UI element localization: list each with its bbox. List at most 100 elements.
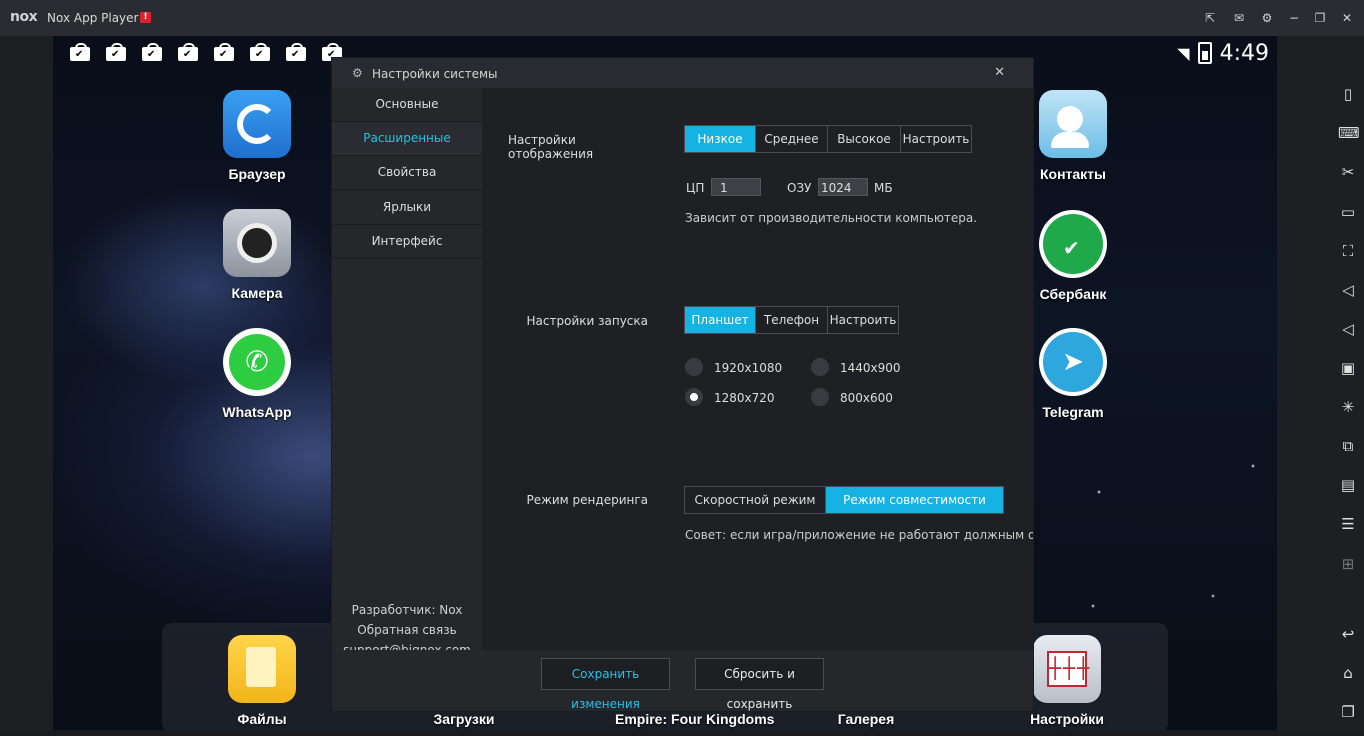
dock-files[interactable]: Файлы	[212, 635, 312, 727]
app-browser[interactable]: Браузер	[207, 90, 307, 182]
feedback-label: Обратная связь	[357, 623, 457, 637]
resolution-radio-1440[interactable]	[811, 358, 829, 376]
back-icon[interactable]: ↩	[1338, 624, 1358, 644]
resolution-radio-800[interactable]	[811, 388, 829, 406]
volume-up-icon[interactable]: ◁	[1338, 280, 1358, 300]
reset-and-save-button[interactable]: Сбросить и сохранить	[695, 658, 824, 711]
multi-instance-icon[interactable]: ⧉	[1338, 436, 1358, 456]
display-option-medium[interactable]: Среднее	[756, 126, 828, 152]
home-icon[interactable]: ⌂	[1338, 663, 1358, 683]
tab-shortcuts[interactable]: Ярлыки	[332, 191, 482, 225]
ram-field[interactable]: 1024	[818, 178, 868, 196]
telegram-icon: ➤	[1039, 328, 1107, 396]
fullscreen-icon[interactable]: ⛶	[1338, 241, 1358, 261]
app-telegram[interactable]: ➤ Telegram	[1023, 328, 1123, 420]
app-label: Камера	[231, 285, 283, 301]
pin-icon[interactable]: ⇱	[1203, 11, 1217, 25]
ram-unit: МБ	[874, 181, 893, 195]
render-option-compat[interactable]: Режим совместимости	[826, 487, 1003, 513]
display-option-low[interactable]: Низкое	[685, 126, 756, 152]
render-option-speed[interactable]: Скоростной режим	[685, 487, 826, 513]
render-mode-label: Режим рендеринга	[526, 493, 648, 507]
tab-interface[interactable]: Интерфейс	[332, 225, 482, 259]
camera-icon	[223, 209, 291, 277]
app-label: WhatsApp	[222, 404, 292, 420]
close-icon[interactable]: ✕	[994, 65, 1005, 80]
resolution-radio-1280[interactable]	[685, 388, 703, 406]
startup-option-custom[interactable]: Настроить	[828, 307, 898, 333]
files-icon	[228, 635, 296, 703]
cpu-field[interactable]: 1	[711, 178, 761, 196]
app-title: Nox App Player	[47, 11, 139, 25]
status-icons: ◥ 4:49	[1177, 40, 1269, 66]
app-camera[interactable]: Камера	[207, 209, 307, 301]
wifi-icon: ◥	[1177, 43, 1190, 63]
render-mode-selector: Скоростной режим Режим совместимости	[684, 486, 1004, 514]
settings-sidebar: Основные Расширенные Свойства Ярлыки Инт…	[332, 88, 483, 657]
clock: 4:49	[1219, 40, 1269, 66]
apk-icon[interactable]: ▣	[1338, 358, 1358, 378]
scissors-icon[interactable]: ✂	[1338, 162, 1358, 182]
sberbank-icon: ✔	[1039, 210, 1107, 278]
dialog-title: Настройки системы	[372, 67, 498, 81]
shopping-notification-icon: ✔	[142, 43, 162, 61]
shopping-notification-icon: ✔	[214, 43, 234, 61]
right-toolbar: ▯ ⌨ ✂ ▭ ⛶ ◁ ◁ ▣ ✳ ⧉ ▤ ☰ ⊞ ↩ ⌂ ❐	[1332, 82, 1364, 728]
contacts-icon	[1039, 90, 1107, 158]
display-quality-selector: Низкое Среднее Высокое Настроить	[684, 125, 972, 153]
app-label: Браузер	[228, 166, 286, 182]
shake-icon[interactable]: ▯	[1338, 84, 1358, 104]
screen-icon[interactable]: ▭	[1338, 202, 1358, 222]
startup-settings-label: Настройки запуска	[526, 314, 648, 328]
app-label: Контакты	[1039, 166, 1106, 182]
volume-down-icon[interactable]: ◁	[1338, 319, 1358, 339]
resolution-label: 800x600	[840, 391, 893, 405]
resolution-label: 1920x1080	[714, 361, 783, 375]
browser-icon	[223, 90, 291, 158]
app-sberbank[interactable]: ✔ Сбербанк	[1023, 210, 1123, 302]
app-label: Telegram	[1042, 404, 1104, 420]
startup-mode-selector: Планшет Телефон Настроить	[684, 306, 899, 334]
shopping-notification-icon: ✔	[178, 43, 198, 61]
tab-properties[interactable]: Свойства	[332, 156, 482, 190]
tab-advanced[interactable]: Расширенные	[332, 122, 482, 156]
system-settings-dialog: ⚙ Настройки системы ✕ Основные Расширенн…	[332, 58, 1033, 711]
nox-logo: nox	[10, 9, 38, 25]
resolution-radio-1920[interactable]	[685, 358, 703, 376]
shopping-notification-icon: ✔	[286, 43, 306, 61]
app-label: Настройки	[1030, 711, 1104, 727]
loading-icon[interactable]: ✳	[1338, 397, 1358, 417]
mail-icon[interactable]: ✉	[1232, 11, 1246, 25]
recent-apps-icon[interactable]: ❐	[1338, 702, 1358, 722]
app-contacts[interactable]: Контакты	[1023, 90, 1123, 182]
save-button[interactable]: Сохранить изменения	[541, 658, 670, 711]
app-label: Загрузки	[433, 711, 495, 727]
resolution-label: 1280x720	[714, 391, 775, 405]
display-option-high[interactable]: Высокое	[828, 126, 901, 152]
record-icon[interactable]: ☰	[1338, 514, 1358, 534]
gear-icon: ⚙	[352, 66, 363, 80]
dialog-footer: Сохранить изменения Сбросить и сохранить	[332, 650, 1033, 711]
close-icon[interactable]: ✕	[1340, 11, 1354, 25]
startup-option-phone[interactable]: Телефон	[756, 307, 828, 333]
resolution-label: 1440x900	[840, 361, 901, 375]
settings-icon: ┼┼┼	[1033, 635, 1101, 703]
tab-basic[interactable]: Основные	[332, 88, 482, 122]
app-label: Сбербанк	[1039, 286, 1107, 302]
restore-icon[interactable]: ❐	[1313, 11, 1327, 25]
startup-option-tablet[interactable]: Планшет	[685, 307, 756, 333]
warning-icon[interactable]: !	[140, 12, 151, 23]
macro-icon[interactable]: ▤	[1338, 475, 1358, 495]
add-icon[interactable]: ⊞	[1338, 554, 1358, 574]
settings-content: Настройки отображения Низкое Среднее Выс…	[483, 88, 1033, 650]
app-label: Галерея	[837, 711, 895, 727]
dialog-header: ⚙ Настройки системы ✕	[332, 58, 1033, 88]
display-option-custom[interactable]: Настроить	[901, 126, 971, 152]
keyboard-icon[interactable]: ⌨	[1338, 123, 1360, 143]
minimize-icon[interactable]: −	[1287, 11, 1301, 25]
app-whatsapp[interactable]: ✆ WhatsApp	[207, 328, 307, 420]
gear-icon[interactable]: ⚙	[1260, 11, 1274, 25]
title-bar: nox Nox App Player ! ⇱ ✉ ⚙ − ❐ ✕	[0, 0, 1364, 36]
display-settings-label: Настройки отображения	[508, 133, 594, 161]
app-label: Файлы	[237, 711, 287, 727]
